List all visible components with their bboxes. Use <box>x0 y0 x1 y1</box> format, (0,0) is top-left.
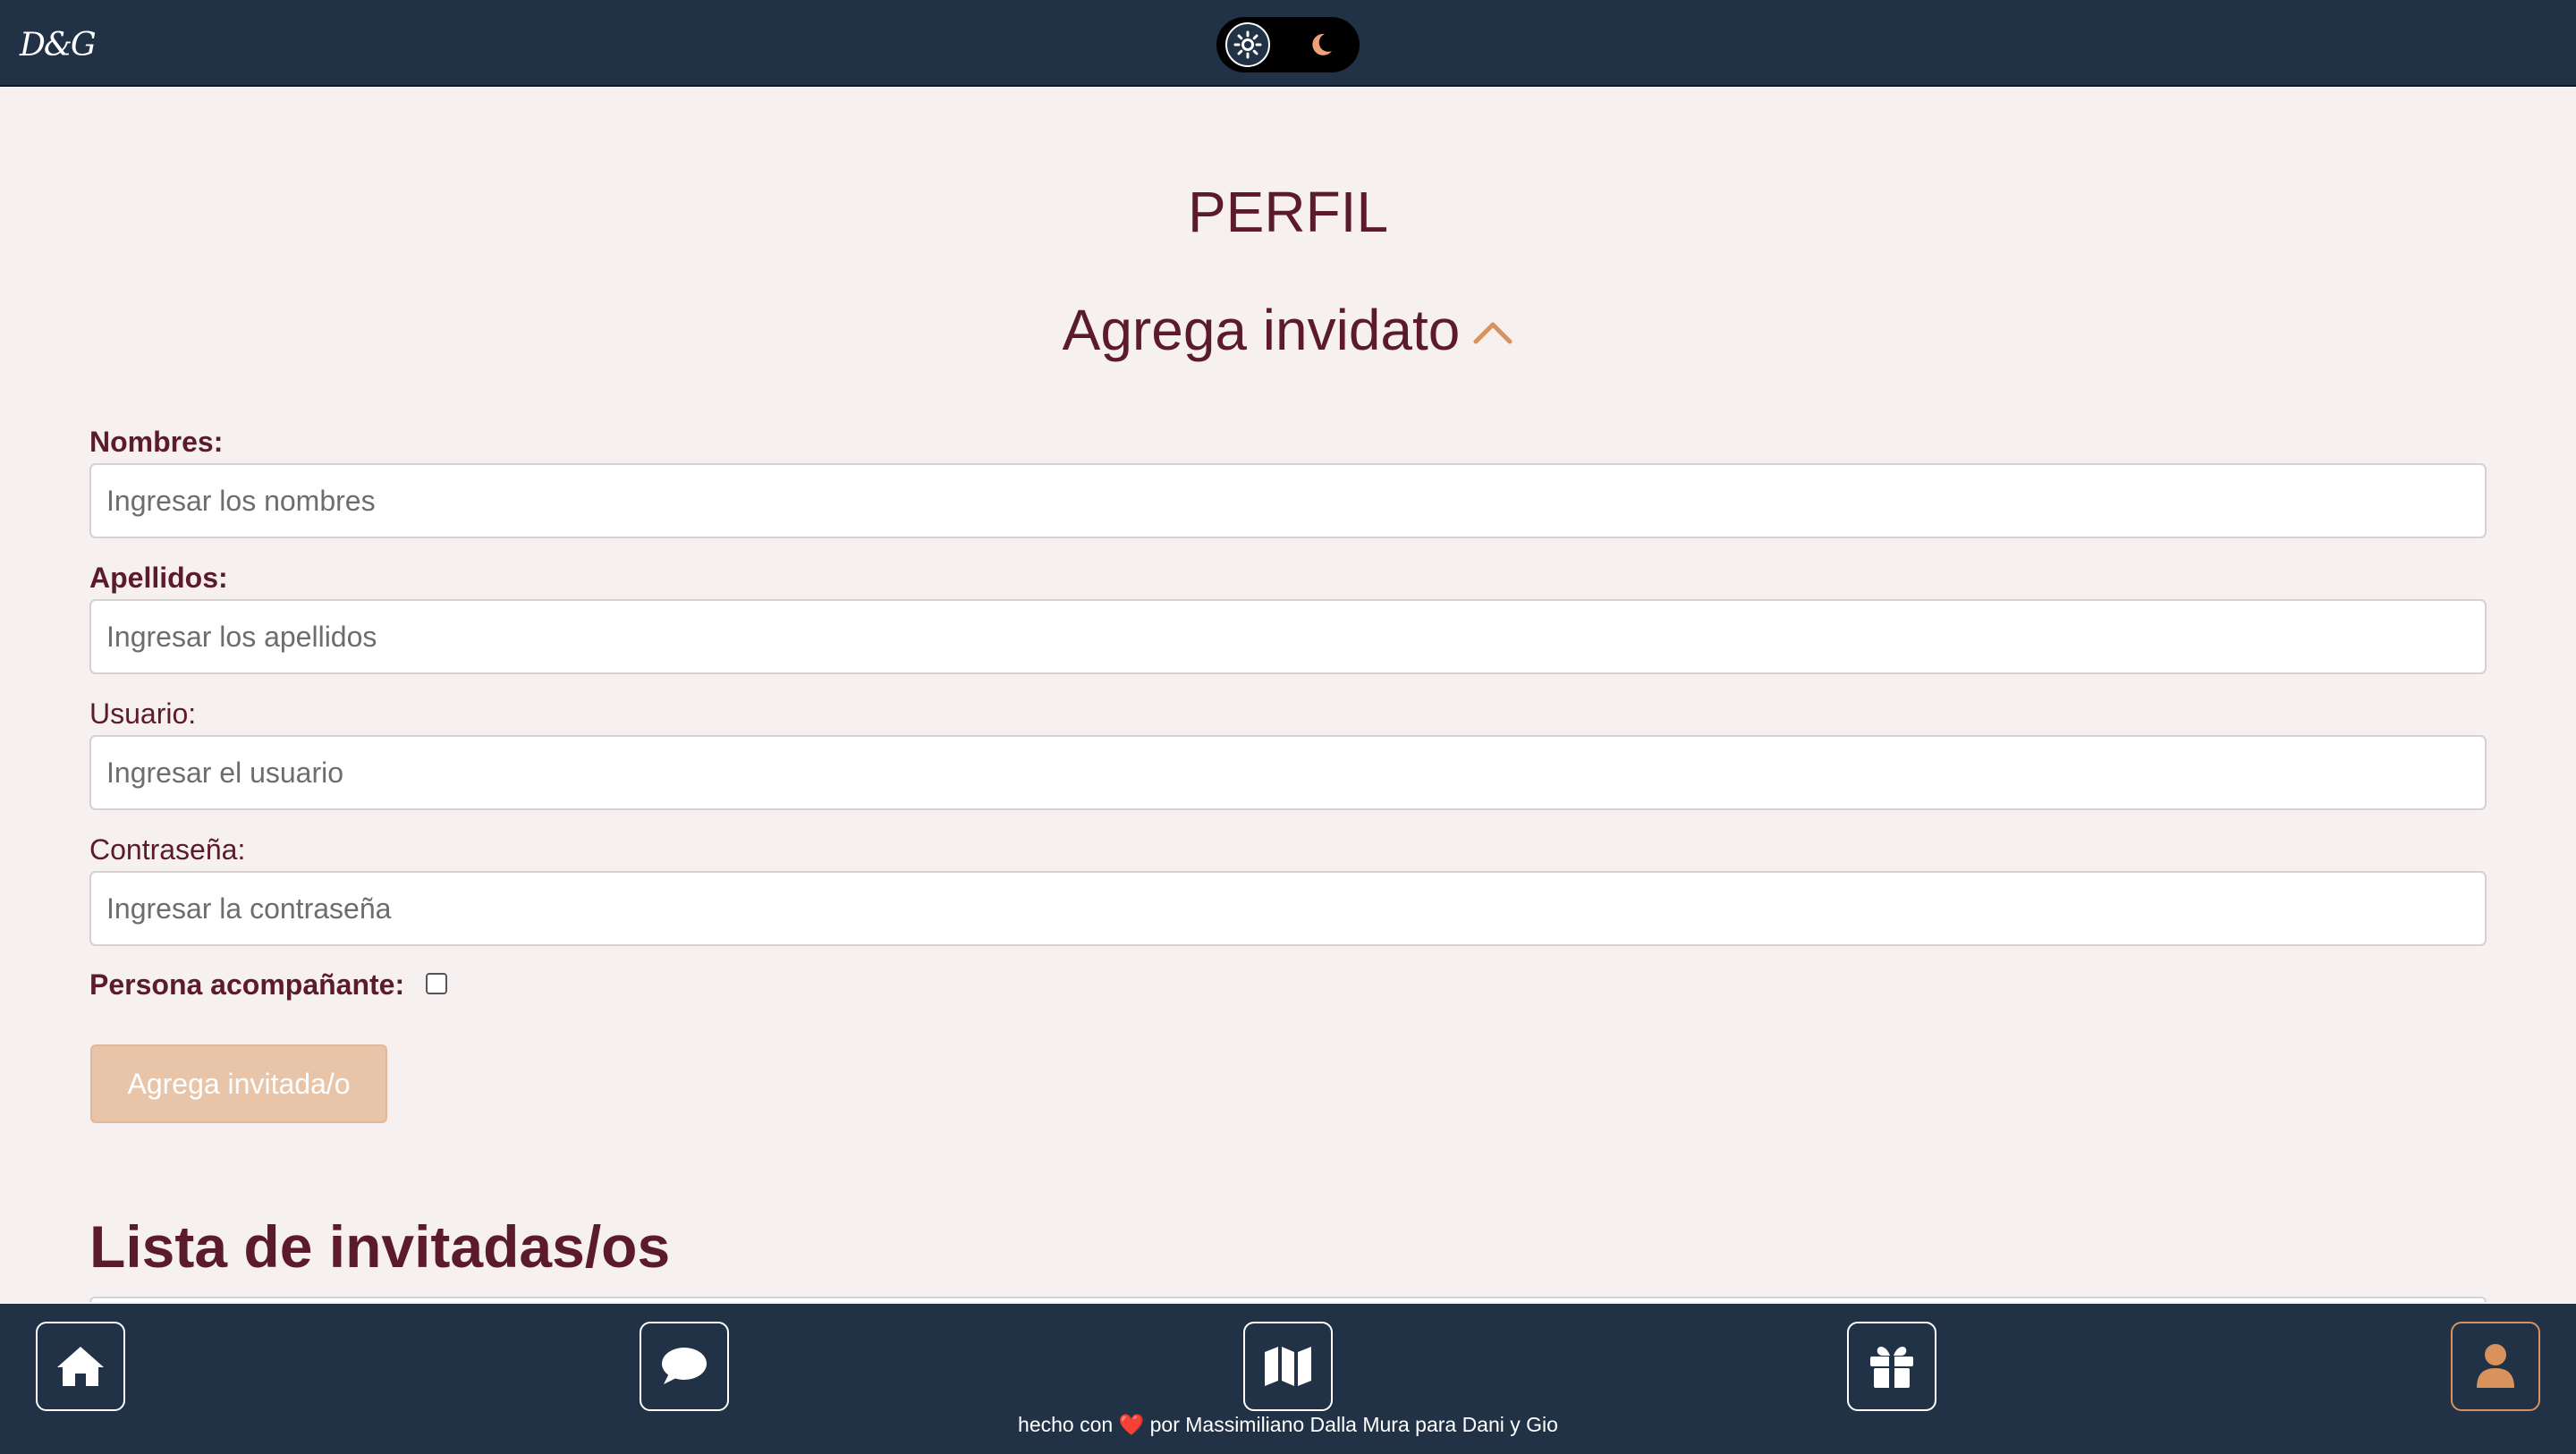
theme-toggle[interactable] <box>1216 17 1360 72</box>
contrasena-label: Contraseña: <box>89 833 246 866</box>
nav-chat-button[interactable] <box>640 1322 729 1411</box>
footer-suffix: por Massimiliano Dalla Mura para Dani y … <box>1149 1413 1558 1436</box>
chat-bubble-icon <box>662 1348 707 1384</box>
usuario-input[interactable] <box>89 735 2487 810</box>
nombres-input[interactable] <box>89 463 2487 538</box>
home-icon <box>57 1347 104 1386</box>
guest-list-table <box>89 1297 2487 1302</box>
add-guest-button[interactable]: Agrega invitada/o <box>90 1044 387 1123</box>
usuario-label: Usuario: <box>89 697 197 730</box>
nav-profile-button[interactable] <box>2451 1322 2540 1411</box>
companion-label: Persona acompañante: <box>89 968 405 1001</box>
add-guest-section-title: Agrega invidato <box>1062 298 1461 362</box>
nav-home-button[interactable] <box>36 1322 125 1411</box>
companion-checkbox[interactable] <box>426 973 447 994</box>
apellidos-label: Apellidos: <box>89 562 228 594</box>
map-icon <box>1265 1347 1311 1386</box>
sun-icon[interactable] <box>1225 22 1270 67</box>
bottom-nav: hecho con ❤️ por Massimiliano Dalla Mura… <box>0 1304 2576 1454</box>
footer-credit: hecho con ❤️ por Massimiliano Dalla Mura… <box>0 1413 2576 1437</box>
user-icon <box>2477 1344 2514 1388</box>
nombres-label: Nombres: <box>89 426 224 458</box>
contrasena-input[interactable] <box>89 871 2487 946</box>
nav-gift-button[interactable] <box>1847 1322 1936 1411</box>
chevron-up-icon[interactable] <box>1472 292 1513 359</box>
apellidos-input[interactable] <box>89 599 2487 674</box>
site-logo[interactable]: D&G <box>20 27 97 63</box>
page-title: PERFIL <box>1187 180 1389 244</box>
moon-icon[interactable] <box>1306 30 1336 60</box>
add-guest-section-header[interactable]: Agrega invidato <box>0 297 2576 368</box>
footer-prefix: hecho con <box>1018 1413 1114 1436</box>
guest-list-title: Lista de invitadas/os <box>89 1213 671 1280</box>
heart-icon: ❤️ <box>1118 1413 1145 1436</box>
top-bar: D&G <box>0 0 2576 87</box>
nav-map-button[interactable] <box>1243 1322 1333 1411</box>
gift-icon <box>1870 1347 1913 1388</box>
